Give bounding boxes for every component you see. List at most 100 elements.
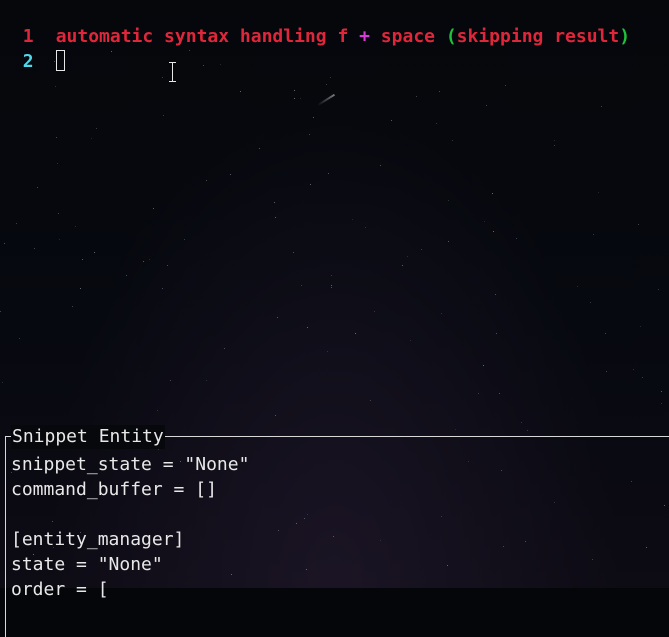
star — [275, 217, 276, 218]
star — [407, 256, 408, 257]
star — [331, 287, 332, 288]
star — [416, 96, 417, 97]
star — [153, 208, 154, 209]
ibeam-cursor-icon — [168, 62, 177, 82]
star — [94, 252, 95, 253]
line-text-part: automatic syntax handling f — [55, 26, 360, 47]
star — [57, 163, 58, 164]
star — [220, 64, 221, 65]
star — [330, 77, 331, 78]
star — [642, 377, 643, 378]
star — [658, 289, 659, 290]
star — [59, 239, 60, 240]
star — [224, 348, 225, 349]
star — [96, 128, 97, 129]
star — [294, 90, 295, 91]
star — [331, 275, 332, 276]
star — [300, 98, 301, 99]
editor-line-1[interactable]: 1 automatic syntax handling f + space (sk… — [0, 1, 630, 47]
star — [56, 137, 57, 138]
panel-line: [entity_manager] — [11, 529, 185, 550]
star — [328, 173, 329, 174]
star — [189, 50, 190, 51]
star — [326, 84, 327, 85]
star — [294, 98, 295, 99]
star — [402, 265, 403, 266]
star — [452, 140, 453, 141]
star — [410, 340, 411, 341]
close-paren: ) — [619, 26, 631, 47]
snippet-entity-panel: Snippet Entity snippet_state = "None" co… — [5, 425, 669, 637]
star — [638, 224, 639, 225]
line-number-2: 2 — [22, 51, 34, 72]
star — [554, 140, 555, 141]
star — [75, 226, 76, 227]
star — [143, 261, 144, 262]
star — [55, 86, 56, 87]
star — [521, 422, 522, 423]
open-paren: ( — [445, 26, 457, 47]
star — [203, 65, 204, 66]
star — [661, 403, 662, 404]
star — [4, 243, 5, 244]
star — [598, 192, 599, 193]
star — [157, 410, 158, 411]
star — [601, 106, 602, 107]
star — [72, 306, 73, 307]
star — [126, 275, 127, 276]
star — [493, 231, 494, 232]
star — [170, 380, 171, 381]
star — [633, 369, 634, 370]
star — [19, 338, 20, 339]
star — [309, 134, 310, 135]
star — [307, 327, 308, 328]
star — [484, 221, 485, 222]
star — [448, 200, 449, 201]
panel-title: Snippet Entity — [11, 425, 165, 449]
star — [0, 311, 1, 312]
star — [640, 326, 641, 327]
star — [455, 429, 456, 430]
star — [486, 105, 487, 106]
star — [554, 145, 555, 146]
star — [436, 123, 437, 124]
star — [605, 333, 606, 334]
star — [259, 148, 260, 149]
star — [499, 393, 500, 394]
star — [661, 391, 662, 392]
star — [355, 333, 356, 334]
star — [162, 77, 163, 78]
star — [2, 382, 3, 383]
star — [352, 219, 353, 220]
star — [439, 91, 440, 92]
star — [331, 285, 332, 286]
star — [37, 187, 38, 188]
star — [505, 85, 506, 86]
editor-line-2[interactable]: 2 — [0, 26, 65, 72]
star — [391, 120, 392, 121]
star — [58, 213, 59, 214]
star — [421, 249, 422, 250]
star — [313, 117, 314, 118]
line-text-part: skipping result — [456, 26, 620, 47]
star — [167, 265, 168, 266]
star — [483, 365, 484, 366]
star — [301, 285, 302, 286]
star — [16, 223, 17, 224]
panel-line: command_buffer = [] — [11, 479, 217, 500]
star — [162, 288, 163, 289]
panel-line: snippet_state = "None" — [11, 454, 250, 475]
star — [82, 259, 83, 260]
star — [370, 400, 371, 401]
star — [184, 239, 185, 240]
star — [310, 184, 311, 185]
star — [206, 380, 207, 381]
panel-line: state = "None" — [11, 554, 163, 575]
star — [441, 313, 442, 314]
star — [80, 288, 81, 289]
star — [230, 174, 231, 175]
star — [206, 180, 207, 181]
star — [590, 302, 591, 303]
star — [527, 430, 528, 431]
star — [293, 252, 294, 253]
